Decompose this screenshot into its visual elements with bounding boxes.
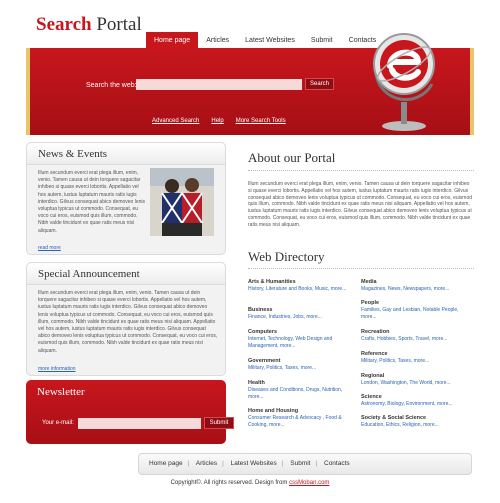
- newsletter-submit-button[interactable]: Submit: [204, 417, 234, 429]
- dir-category-links[interactable]: Families, Gay and Lesbian, Notable Peopl…: [361, 307, 471, 320]
- directory-divider: [248, 268, 474, 269]
- dir-category-links[interactable]: Crafts, Hobbies, Sports, Travel, more...: [361, 336, 471, 343]
- dir-category-name[interactable]: Reference: [361, 351, 471, 358]
- directory-title: Web Directory: [248, 249, 325, 264]
- dir-category-links[interactable]: Diseases and Conditions, Drugs, Nutritio…: [248, 387, 358, 400]
- news-header: News & Events: [27, 143, 225, 165]
- news-photo: [150, 168, 214, 236]
- dir-category-links[interactable]: London, Washington, The World, more...: [361, 380, 471, 387]
- dir-category-name[interactable]: Regional: [361, 373, 471, 380]
- dir-category-links[interactable]: Military, Politics, Taxes, more...: [361, 358, 471, 365]
- dir-category-links[interactable]: Education, Ethics, Religion, more...: [361, 422, 471, 429]
- dir-category-links[interactable]: History, Literature and Books, Music, mo…: [248, 286, 358, 293]
- dir-category: Business Finance, Industries, Jobs, more…: [248, 307, 358, 321]
- dir-category: Computers Internet, Technology, Web Desi…: [248, 329, 358, 349]
- newsletter-email-input[interactable]: [78, 418, 201, 429]
- email-label: Your e-mail:: [42, 420, 74, 426]
- footer-separator: |: [281, 460, 284, 467]
- news-title: News & Events: [38, 148, 108, 160]
- globe-logo-icon: [373, 33, 435, 131]
- dir-category-links[interactable]: Magazines, News, Newspapers, more...: [361, 286, 471, 293]
- search-sublinks: Advanced Search Help More Search Tools: [152, 118, 286, 124]
- dir-category-links[interactable]: Finance, Industries, Jobs, more...: [248, 314, 358, 321]
- about-text: Illum secundum everci erat plega illum, …: [248, 181, 473, 228]
- news-events-box: News & Events Illum secundum everci erat…: [26, 142, 226, 255]
- dir-category-name[interactable]: Society & Social Science: [361, 415, 471, 422]
- dir-category-name[interactable]: People: [361, 300, 471, 307]
- footer-link-latest-websites[interactable]: Latest Websites: [231, 460, 277, 467]
- announcement-header: Special Announcement: [27, 263, 225, 285]
- dir-category-links[interactable]: Military, Politics, Taxes, more...: [248, 365, 358, 372]
- dir-category: Science Astronomy, Biology, Environment,…: [361, 394, 471, 408]
- dir-category: Home and Housing Consumer Research & Adv…: [248, 408, 358, 428]
- announcement-text: Illum secundum everci erat plega illum, …: [38, 290, 218, 354]
- footer-link-articles[interactable]: Articles: [196, 460, 217, 467]
- logo-part-portal: Portal: [96, 14, 142, 35]
- news-read-more-link[interactable]: read more: [38, 245, 61, 251]
- advanced-search-link[interactable]: Advanced Search: [152, 118, 199, 124]
- dir-category-name[interactable]: Health: [248, 380, 358, 387]
- dir-category-name[interactable]: Science: [361, 394, 471, 401]
- dir-category: Government Military, Politics, Taxes, mo…: [248, 358, 358, 372]
- search-label: Search the web:: [86, 82, 137, 89]
- about-divider: [248, 170, 474, 171]
- design-credit-link[interactable]: cssMoban.com: [289, 480, 329, 486]
- footer-nav: Home page | Articles | Latest Websites | Su…: [138, 453, 472, 475]
- dir-category-name[interactable]: Media: [361, 279, 471, 286]
- special-announcement-box: Special Announcement Illum secundum ever…: [26, 262, 226, 376]
- dir-category: Media Magazines, News, Newspapers, more.…: [361, 279, 471, 293]
- dir-category-name[interactable]: Computers: [248, 329, 358, 336]
- dir-category-links[interactable]: Consumer Research & Advocacy , Food & Co…: [248, 415, 358, 428]
- about-title: About our Portal: [248, 150, 336, 165]
- dir-category-name[interactable]: Government: [248, 358, 358, 365]
- dir-category-links[interactable]: Internet, Technology, Web Design and Man…: [248, 336, 358, 349]
- dir-category: Reference Military, Politics, Taxes, mor…: [361, 351, 471, 365]
- site-logo[interactable]: Search Portal: [36, 14, 142, 36]
- footer-link-contacts[interactable]: Contacts: [324, 460, 350, 467]
- announcement-title: Special Announcement: [38, 268, 140, 280]
- announcement-more-link[interactable]: more information: [38, 366, 76, 372]
- dir-category: Society & Social Science Education, Ethi…: [361, 415, 471, 429]
- copyright-text: Copyright©. All rights reserved. Design …: [170, 480, 288, 486]
- dir-category-name[interactable]: Recreation: [361, 329, 471, 336]
- dir-category-links[interactable]: Astronomy, Biology, Environment, more...: [361, 401, 471, 408]
- search-button[interactable]: Search: [305, 78, 334, 90]
- logo-part-search: Search: [36, 14, 92, 35]
- newsletter-title: Newsletter: [37, 386, 85, 398]
- dir-category: Regional London, Washington, The World, …: [361, 373, 471, 387]
- news-text: Illum secundum everci erat plega illum, …: [38, 170, 146, 234]
- dir-category: Arts & Humanities History, Literature an…: [248, 279, 358, 293]
- dir-category-name[interactable]: Home and Housing: [248, 408, 358, 415]
- dir-category: Health Diseases and Conditions, Drugs, N…: [248, 380, 358, 400]
- footer-separator: |: [222, 460, 224, 467]
- help-link[interactable]: Help: [211, 118, 223, 124]
- footer-separator: |: [187, 460, 190, 467]
- more-search-tools-link[interactable]: More Search Tools: [236, 118, 286, 124]
- dir-category-name[interactable]: Business: [248, 307, 358, 314]
- dir-category-name[interactable]: Arts & Humanities: [248, 279, 358, 286]
- dir-category: People Families, Gay and Lesbian, Notabl…: [361, 300, 471, 320]
- search-input[interactable]: [136, 79, 302, 90]
- footer-separator: |: [315, 460, 318, 467]
- newsletter-box: Newsletter Your e-mail: Submit: [26, 380, 234, 444]
- footer-link-submit[interactable]: Submit: [290, 460, 310, 467]
- copyright: Copyright©. All rights reserved. Design …: [0, 480, 500, 486]
- footer-link-home[interactable]: Home page: [149, 460, 183, 467]
- dir-category: Recreation Crafts, Hobbies, Sports, Trav…: [361, 329, 471, 343]
